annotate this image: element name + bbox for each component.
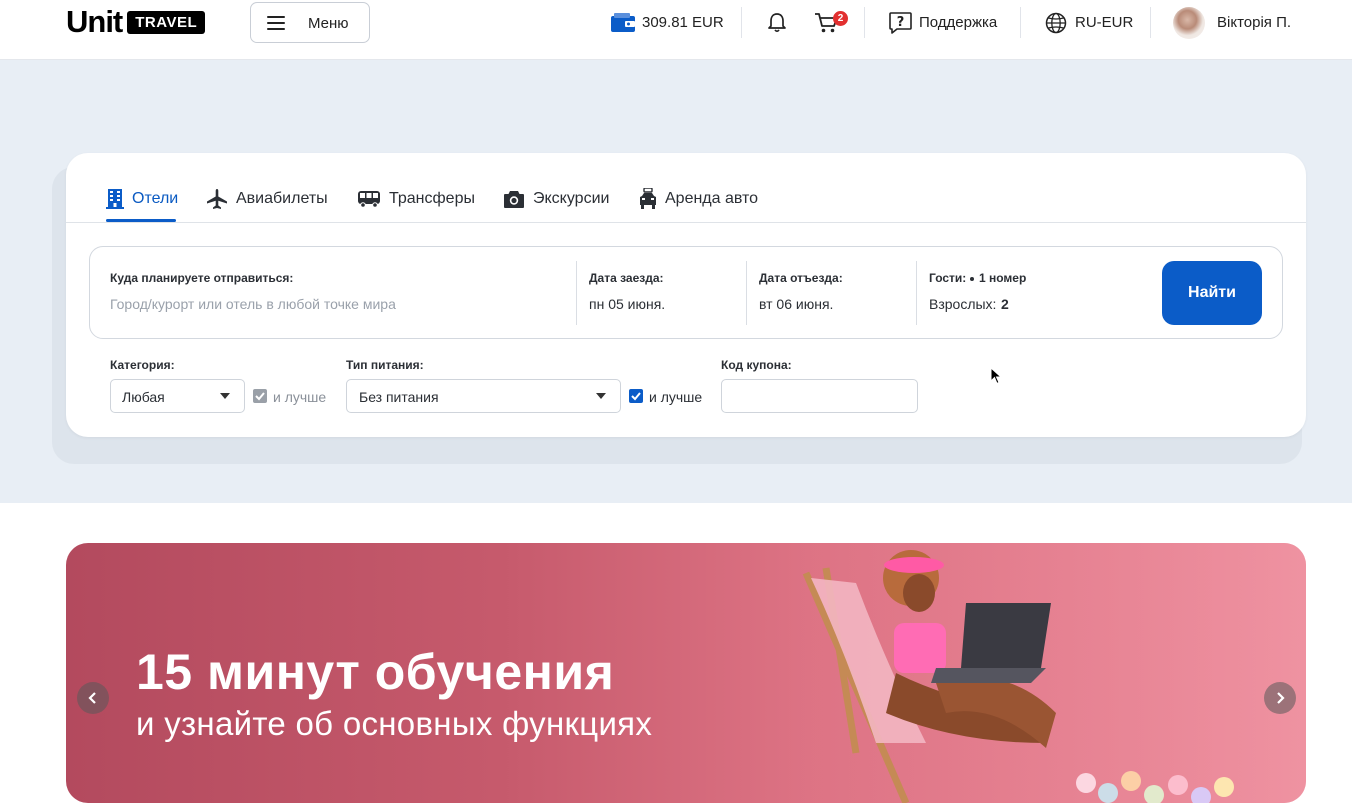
chevron-right-icon [1277,692,1285,704]
unit-travel-logo[interactable]: Unit TRAVEL [66,4,206,39]
checkin-label: Дата заезда: [589,271,664,285]
bus-icon [358,191,380,208]
chevron-left-icon [88,692,96,704]
plane-icon [207,189,227,209]
destination-label: Куда планируете отправиться: [110,271,294,285]
category-better-checkbox[interactable] [253,389,267,403]
svg-text:?: ? [897,15,905,30]
checkmark-icon [255,392,265,401]
rooms-count: 1 номер [979,271,1027,285]
menu-button[interactable]: Меню [250,2,370,43]
user-name: Вікторія П. [1217,14,1292,31]
tab-transfers-label: Трансферы [389,190,475,207]
globe-icon [1045,12,1067,33]
locale-label: RU-EUR [1075,14,1134,31]
adults-label: Взрослых: [929,296,997,312]
user-menu[interactable]: Вікторія П. [1217,0,1291,45]
locale-selector[interactable]: RU-EUR [1045,0,1133,45]
banner-title: 15 минут обучения [136,644,615,700]
meal-better-label: и лучше [649,389,703,405]
meal-label: Тип питания: [346,358,424,372]
category-value: Любая [122,389,165,405]
guests-field[interactable]: Гости: 1 номер Взрослых: 2 [917,247,1147,338]
promo-banner[interactable]: 15 минут обучения и узнайте об основных … [66,543,1306,803]
tab-hotels[interactable]: Отели [106,187,178,211]
active-tab-indicator [106,219,176,222]
category-label: Категория: [110,358,175,372]
user-avatar[interactable] [1173,7,1205,39]
find-button[interactable]: Найти [1162,261,1262,325]
bell-icon [768,12,786,32]
tab-transfers[interactable]: Трансферы [357,187,475,211]
header-divider [1020,7,1021,38]
header-divider [741,7,742,38]
checkmark-icon [631,392,641,401]
destination-input[interactable]: Город/курорт или отель в любой точке мир… [110,296,396,312]
guests-label: Гости: [929,271,967,285]
wallet-balance[interactable]: 309.81 EUR [610,0,724,45]
tab-hotels-label: Отели [132,190,179,207]
tab-car-rental[interactable]: Аренда авто [639,187,758,211]
header-divider [1150,7,1151,38]
hotel-icon [106,189,124,209]
banner-subtitle: и узнайте об основных функциях [136,705,653,742]
coupon-input[interactable] [721,379,918,413]
dropdown-caret-icon [220,393,230,399]
category-select[interactable]: Любая [110,379,245,413]
cart-count-badge: 2 [833,11,848,26]
mouse-cursor-icon [990,367,1002,385]
destination-field[interactable]: Куда планируете отправиться: Город/курор… [90,247,576,338]
tab-flights[interactable]: Авиабилеты [206,187,328,211]
support-question-icon: ? [889,11,912,34]
meal-type-select[interactable]: Без питания [346,379,621,413]
checkout-value: вт 06 июня. [759,296,834,312]
menu-label: Меню [308,15,349,32]
service-tabs: Отели Авиабилеты Трансферы Экскурсии Аре… [66,153,1306,223]
support-label: Поддержка [919,14,998,31]
wallet-icon [611,12,635,32]
checkout-field[interactable]: Дата отъезда: вт 06 июня. [747,247,916,338]
checkin-value: пн 05 июня. [589,296,666,312]
car-icon [640,188,656,209]
tab-excursions[interactable]: Экскурсии [503,187,609,211]
notifications-button[interactable] [766,0,788,45]
adults-count: 2 [1001,296,1009,312]
banner-illustration [786,543,1306,803]
hotel-search-box: Куда планируете отправиться: Город/курор… [89,246,1283,339]
guests-dot [970,277,974,281]
wallet-amount: 309.81 EUR [642,14,724,31]
top-header: Unit TRAVEL Меню 309.81 EUR 2 ? Поддержк… [0,0,1352,60]
tab-excursions-label: Экскурсии [533,190,610,207]
banner-next-button[interactable] [1264,682,1296,714]
dropdown-caret-icon [596,393,606,399]
coupon-label: Код купона: [721,358,792,372]
search-card: Отели Авиабилеты Трансферы Экскурсии Аре… [66,153,1306,437]
logo-unit-text: Unit [66,4,123,39]
category-better-label: и лучше [273,389,327,405]
support-link[interactable]: ? Поддержка [888,0,997,45]
meal-better-checkbox[interactable] [629,389,643,403]
banner-prev-button[interactable] [77,682,109,714]
checkin-field[interactable]: Дата заезда: пн 05 июня. [577,247,746,338]
tab-car-rental-label: Аренда авто [665,190,759,207]
camera-icon [504,191,524,208]
header-divider [864,7,865,38]
meal-type-value: Без питания [359,389,439,405]
logo-travel-text: TRAVEL [127,10,206,34]
hamburger-icon [267,16,285,30]
tab-flights-label: Авиабилеты [236,190,328,207]
checkout-label: Дата отъезда: [759,271,843,285]
